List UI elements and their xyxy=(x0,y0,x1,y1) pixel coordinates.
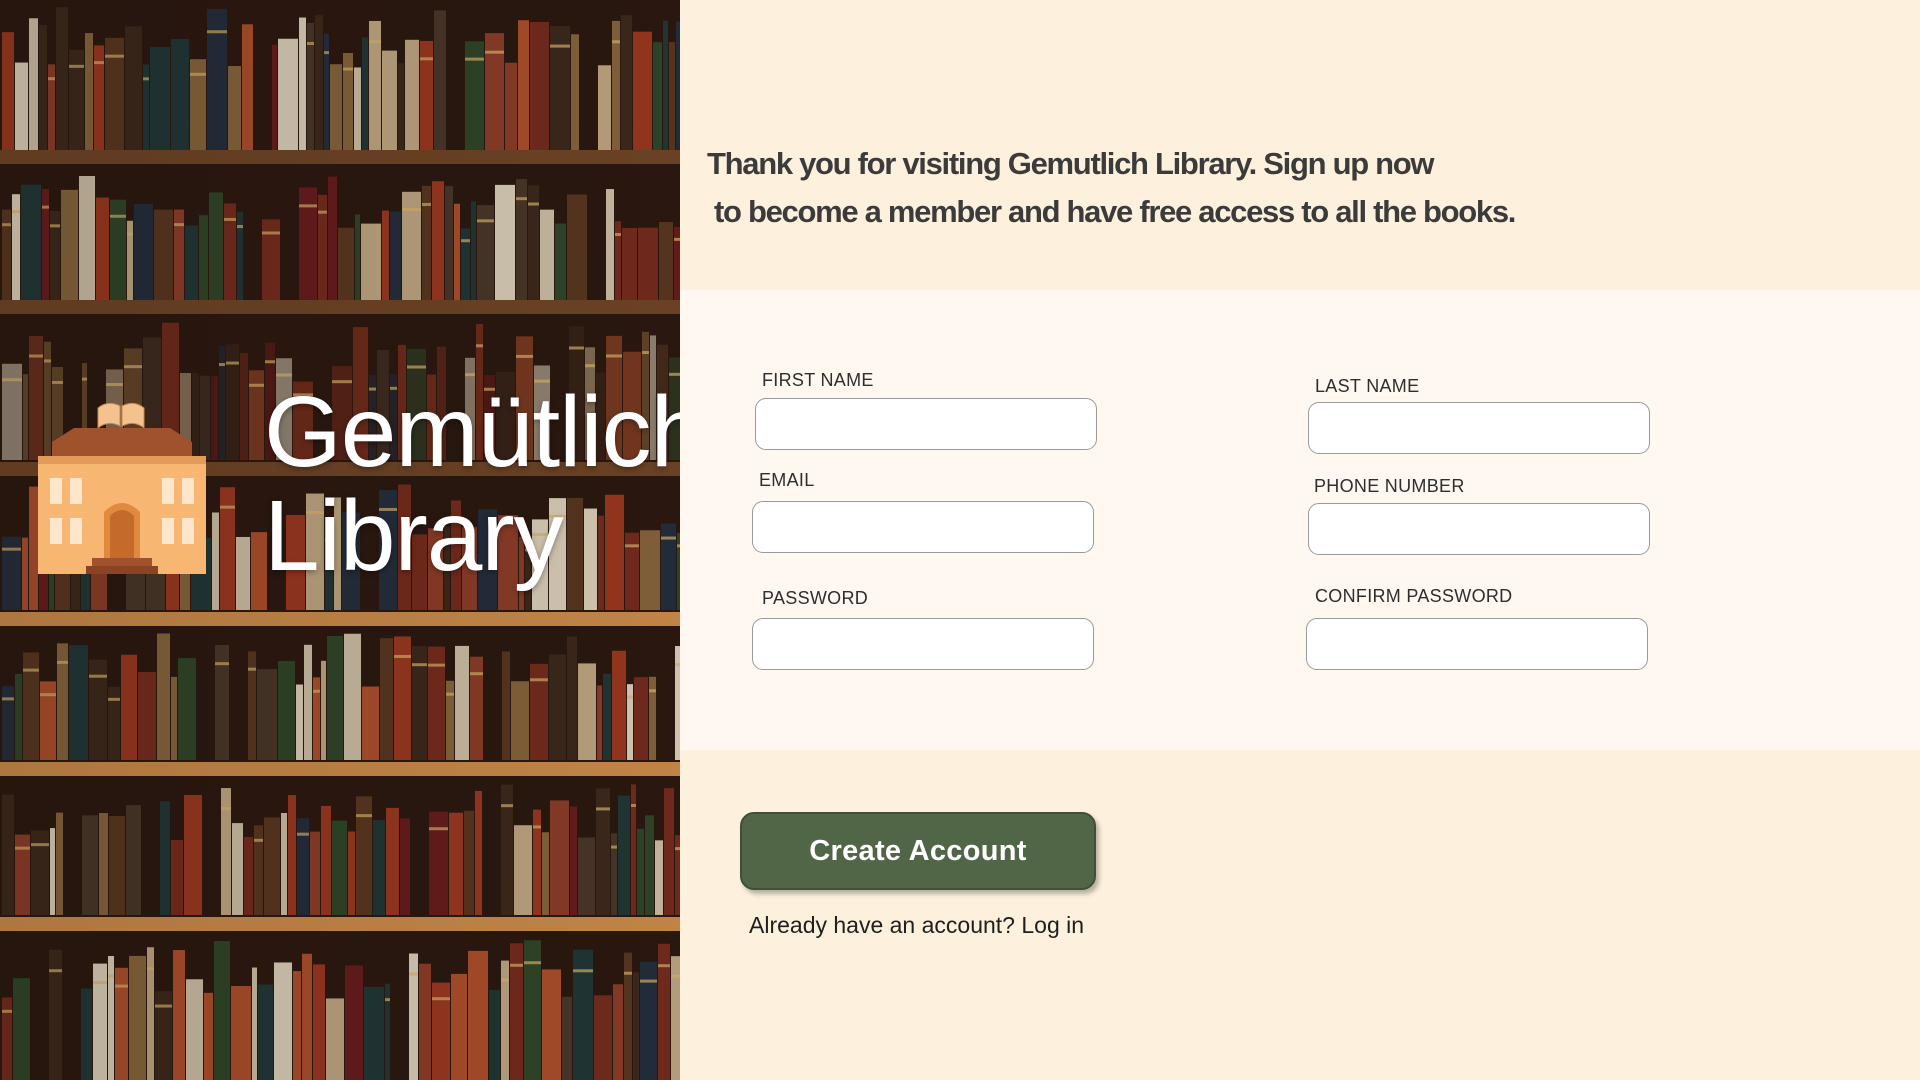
confirm-password-field[interactable] xyxy=(1306,618,1648,670)
password-field[interactable] xyxy=(752,618,1094,670)
login-link[interactable]: Log in xyxy=(1021,912,1084,938)
login-prompt: Already have an account? Log in xyxy=(749,912,1084,939)
brand: Gemütlich Library xyxy=(36,380,680,588)
intro-line1: Thank you for visiting Gemutlich Library… xyxy=(707,146,1435,181)
password-label: PASSWORD xyxy=(762,588,869,608)
brand-name: Gemütlich Library xyxy=(264,380,680,588)
intro-text: Thank you for visiting Gemutlich Library… xyxy=(707,140,1607,236)
email-label: EMAIL xyxy=(759,470,815,490)
last-name-label: LAST NAME xyxy=(1315,376,1420,396)
first-name-label: FIRST NAME xyxy=(762,370,874,390)
intro-section: Thank you for visiting Gemutlich Library… xyxy=(680,0,1920,290)
login-prompt-text: Already have an account? xyxy=(749,912,1015,938)
signup-form: FIRST NAME LAST NAME EMAIL PHONE NUMBER … xyxy=(680,290,1920,750)
brand-name-line1: Gemütlich xyxy=(264,376,680,488)
library-building-icon xyxy=(38,402,206,574)
email-field[interactable] xyxy=(752,501,1094,553)
intro-line2: to become a member and have free access … xyxy=(714,194,1516,229)
last-name-field[interactable] xyxy=(1308,402,1650,454)
phone-number-field[interactable] xyxy=(1308,503,1650,555)
phone-number-label: PHONE NUMBER xyxy=(1314,476,1465,496)
create-account-button[interactable]: Create Account xyxy=(740,812,1096,890)
signup-panel: Thank you for visiting Gemutlich Library… xyxy=(680,0,1920,1080)
brand-name-line2: Library xyxy=(264,480,564,592)
hero-bookshelf-image: Gemütlich Library xyxy=(0,0,680,1080)
first-name-field[interactable] xyxy=(755,398,1097,450)
confirm-password-label: CONFIRM PASSWORD xyxy=(1315,586,1513,606)
